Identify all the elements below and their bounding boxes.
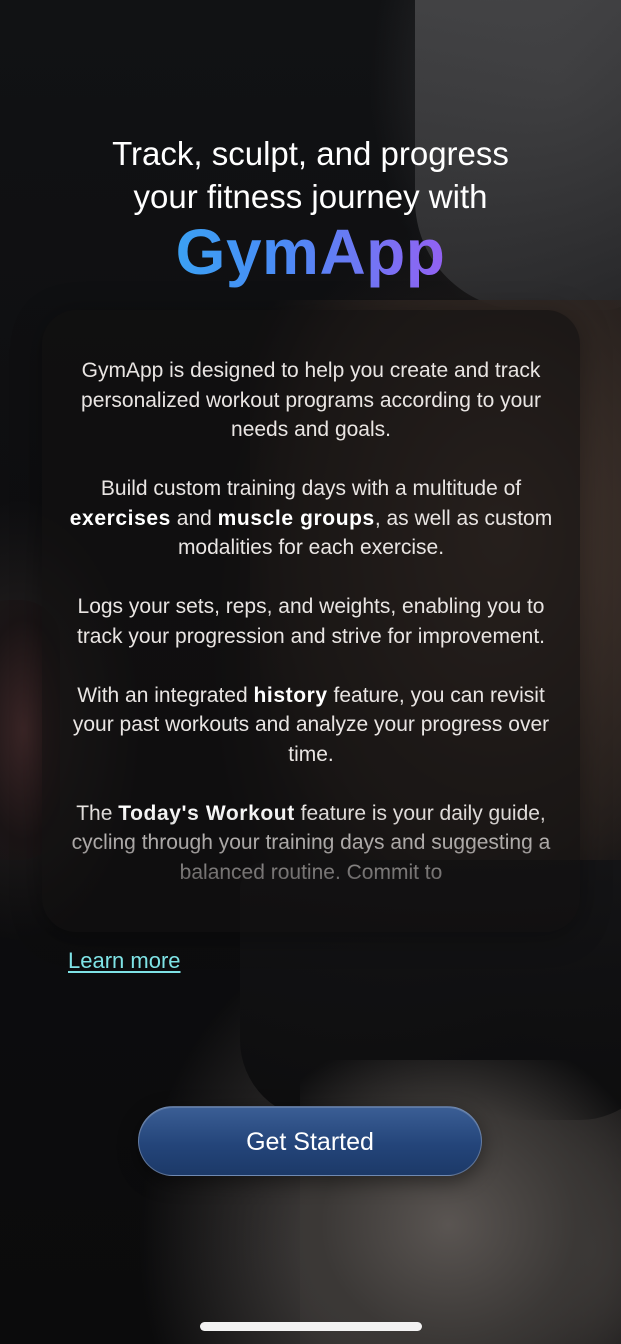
app-name-logo: GymApp: [0, 214, 621, 290]
onboarding-screen: Track, sculpt, and progress your fitness…: [0, 0, 621, 1344]
info-paragraph-todays-workout: The Today's Workout feature is your dail…: [71, 801, 551, 884]
headline: Track, sculpt, and progress your fitness…: [0, 132, 621, 218]
info-paragraph-logging: Logs your sets, reps, and weights, enabl…: [76, 595, 546, 648]
info-paragraph-training-days: Build custom training days with a multit…: [69, 477, 553, 559]
info-paragraph-history: With an integrated history feature, you …: [72, 683, 550, 766]
headline-line-1: Track, sculpt, and progress: [112, 135, 509, 172]
get-started-button[interactable]: Get Started: [138, 1106, 482, 1176]
info-paragraph-intro: GymApp is designed to help you create an…: [81, 359, 541, 441]
home-indicator: [200, 1322, 422, 1331]
background-photo-legs: [300, 1060, 621, 1344]
info-card[interactable]: GymApp is designed to help you create an…: [42, 310, 580, 932]
learn-more-link[interactable]: Learn more: [68, 946, 181, 976]
highlight-muscle-groups: muscle groups: [217, 506, 375, 530]
highlight-history: history: [253, 683, 328, 707]
highlight-exercises: exercises: [69, 506, 171, 530]
highlight-todays-workout: Today's Workout: [118, 801, 295, 825]
headline-line-2: your fitness journey with: [133, 178, 488, 215]
info-card-scroll-area[interactable]: GymApp is designed to help you create an…: [42, 310, 580, 932]
